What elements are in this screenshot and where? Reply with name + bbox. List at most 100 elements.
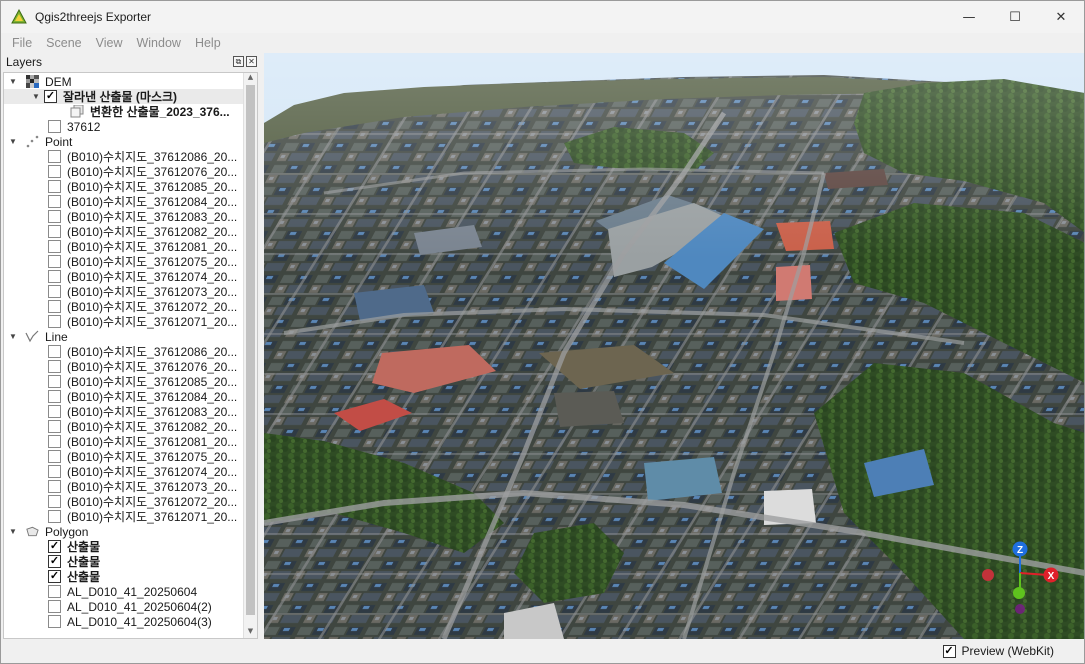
layer-checkbox[interactable]	[48, 420, 61, 433]
collapse-arrow-icon[interactable]: ▼	[7, 332, 19, 341]
layer-checkbox[interactable]	[48, 360, 61, 373]
layer-checkbox[interactable]	[48, 225, 61, 238]
layer-item-point[interactable]: (B010)수치지도_37612072_20...	[4, 299, 244, 314]
group-dem[interactable]: ▼ DEM	[4, 74, 244, 89]
layer-item-line[interactable]: (B010)수치지도_37612081_20...	[4, 434, 244, 449]
layer-item-point[interactable]: (B010)수치지도_37612084_20...	[4, 194, 244, 209]
layer-checkbox[interactable]	[48, 495, 61, 508]
group-line[interactable]: ▼ Line	[4, 329, 244, 344]
group-polygon[interactable]: ▼ Polygon	[4, 524, 244, 539]
layer-checkbox[interactable]	[48, 300, 61, 313]
collapse-arrow-icon[interactable]: ▼	[7, 137, 19, 146]
layer-item-point[interactable]: (B010)수치지도_37612081_20...	[4, 239, 244, 254]
layer-checkbox[interactable]	[48, 375, 61, 388]
layer-item-line[interactable]: (B010)수치지도_37612071_20...	[4, 509, 244, 524]
y-axis-handle[interactable]	[1013, 587, 1025, 599]
layer-item-polygon[interactable]: AL_D010_41_20250604(3)	[4, 614, 244, 629]
close-button[interactable]: ✕	[1038, 1, 1084, 33]
menu-window[interactable]: Window	[129, 36, 187, 50]
layer-tree-scrollbar[interactable]: ▲ ▼	[243, 73, 257, 638]
layer-item-dem-37612[interactable]: 37612	[4, 119, 244, 134]
layer-checkbox[interactable]	[48, 600, 61, 613]
layer-item-line[interactable]: (B010)수치지도_37612074_20...	[4, 464, 244, 479]
menu-file[interactable]: File	[5, 36, 39, 50]
layer-item-line[interactable]: (B010)수치지도_37612076_20...	[4, 359, 244, 374]
layer-item-polygon[interactable]: ✓ 산출물	[4, 554, 244, 569]
layer-checkbox[interactable]	[48, 255, 61, 268]
dock-close-button[interactable]: ✕	[246, 56, 257, 67]
layer-item-point[interactable]: (B010)수치지도_37612086_20...	[4, 149, 244, 164]
layer-checkbox[interactable]	[48, 450, 61, 463]
layer-checkbox[interactable]: ✓	[48, 555, 61, 568]
layer-label: AL_D010_41_20250604	[67, 584, 198, 599]
negative-y-handle[interactable]	[1015, 604, 1025, 614]
layer-item-point[interactable]: (B010)수치지도_37612075_20...	[4, 254, 244, 269]
layer-checkbox[interactable]	[48, 345, 61, 358]
layer-checkbox[interactable]: ✓	[48, 570, 61, 583]
layer-item-polygon[interactable]: AL_D010_41_20250604(2)	[4, 599, 244, 614]
layer-checkbox[interactable]	[48, 435, 61, 448]
layer-checkbox[interactable]	[48, 465, 61, 478]
collapse-arrow-icon[interactable]: ▼	[7, 527, 19, 536]
layer-item-polygon[interactable]: AL_D010_41_20250604	[4, 584, 244, 599]
collapse-arrow-icon[interactable]: ▼	[30, 92, 42, 101]
layer-label: (B010)수치지도_37612071_20...	[67, 315, 238, 329]
layer-checkbox[interactable]: ✓	[48, 540, 61, 553]
layer-checkbox[interactable]	[48, 240, 61, 253]
layer-item-line[interactable]: (B010)수치지도_37612083_20...	[4, 404, 244, 419]
3d-scene-canvas[interactable]: Z X	[264, 53, 1085, 639]
layer-checkbox[interactable]	[48, 180, 61, 193]
layer-checkbox[interactable]: ✓	[44, 90, 57, 103]
layer-checkbox[interactable]	[48, 285, 61, 298]
layer-checkbox[interactable]	[48, 165, 61, 178]
layer-item-line[interactable]: (B010)수치지도_37612072_20...	[4, 494, 244, 509]
layer-checkbox[interactable]	[48, 120, 61, 133]
layer-item-line[interactable]: (B010)수치지도_37612085_20...	[4, 374, 244, 389]
title-bar[interactable]: Qgis2threejs Exporter — ☐ ✕	[1, 1, 1084, 33]
layer-checkbox[interactable]	[48, 480, 61, 493]
scroll-down-icon[interactable]: ▼	[244, 627, 257, 638]
layer-item-point[interactable]: (B010)수치지도_37612083_20...	[4, 209, 244, 224]
layer-item-dem-texture[interactable]: 변환한 산출물_2023_376...	[4, 104, 244, 119]
layer-checkbox[interactable]	[48, 405, 61, 418]
layer-item-point[interactable]: (B010)수치지도_37612085_20...	[4, 179, 244, 194]
layer-item-line[interactable]: (B010)수치지도_37612084_20...	[4, 389, 244, 404]
dock-float-button[interactable]: ⧉	[233, 56, 244, 67]
minimize-button[interactable]: —	[946, 1, 992, 33]
layer-item-line[interactable]: (B010)수치지도_37612086_20...	[4, 344, 244, 359]
layer-item-point[interactable]: (B010)수치지도_37612071_20...	[4, 314, 244, 329]
layer-item-line[interactable]: (B010)수치지도_37612082_20...	[4, 419, 244, 434]
layer-label: (B010)수치지도_37612071_20...	[67, 510, 238, 524]
layer-checkbox[interactable]	[48, 390, 61, 403]
layer-item-polygon[interactable]: ✓ 산출물	[4, 569, 244, 584]
preview-checkbox[interactable]: ✓	[942, 644, 956, 658]
group-point[interactable]: ▼ Point	[4, 134, 244, 149]
layer-item-line[interactable]: (B010)수치지도_37612073_20...	[4, 479, 244, 494]
layer-checkbox[interactable]	[48, 150, 61, 163]
layer-checkbox[interactable]	[48, 615, 61, 628]
layer-checkbox[interactable]	[48, 195, 61, 208]
menu-view[interactable]: View	[89, 36, 130, 50]
dem-raster-icon	[25, 75, 39, 89]
layer-item-dem-mask[interactable]: ▼ ✓ 잘라낸 산출물 (마스크)	[4, 89, 244, 104]
scroll-thumb[interactable]	[246, 85, 255, 615]
layer-checkbox[interactable]	[48, 315, 61, 328]
layer-checkbox[interactable]	[48, 510, 61, 523]
3d-preview-view[interactable]: Z X	[264, 53, 1085, 639]
layer-item-point[interactable]: (B010)수치지도_37612073_20...	[4, 284, 244, 299]
menu-scene[interactable]: Scene	[39, 36, 88, 50]
layer-item-point[interactable]: (B010)수치지도_37612074_20...	[4, 269, 244, 284]
maximize-button[interactable]: ☐	[992, 1, 1038, 33]
layer-item-point[interactable]: (B010)수치지도_37612076_20...	[4, 164, 244, 179]
layer-checkbox[interactable]	[48, 585, 61, 598]
layer-checkbox[interactable]	[48, 270, 61, 283]
negative-x-handle[interactable]	[982, 569, 994, 581]
scroll-up-icon[interactable]: ▲	[244, 73, 257, 84]
layer-item-point[interactable]: (B010)수치지도_37612082_20...	[4, 224, 244, 239]
layer-item-polygon[interactable]: ✓ 산출물	[4, 539, 244, 554]
layer-checkbox[interactable]	[48, 210, 61, 223]
layer-item-line[interactable]: (B010)수치지도_37612075_20...	[4, 449, 244, 464]
menu-help[interactable]: Help	[188, 36, 228, 50]
preview-toggle[interactable]: ✓ Preview (WebKit)	[942, 644, 1054, 658]
collapse-arrow-icon[interactable]: ▼	[7, 77, 19, 86]
